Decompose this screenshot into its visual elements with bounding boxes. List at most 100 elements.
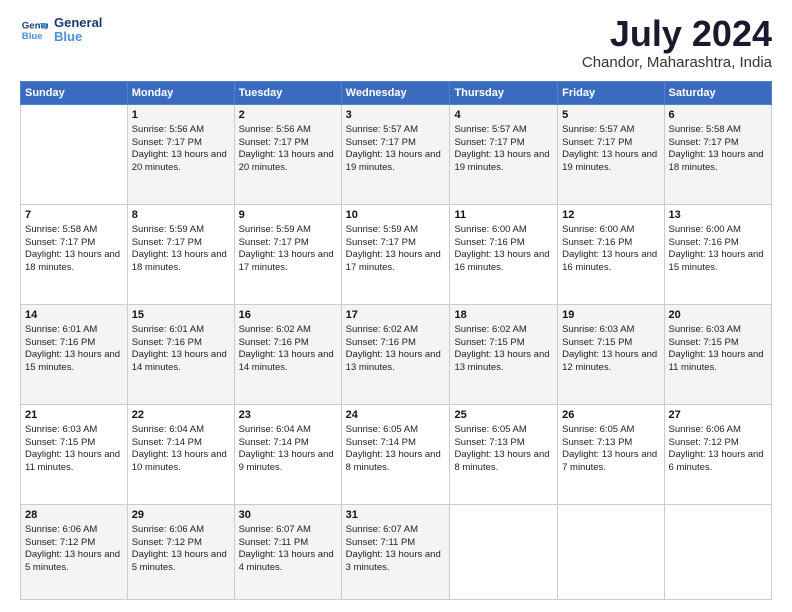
day-number: 26 <box>562 408 659 423</box>
calendar-cell: 25Sunrise: 6:05 AMSunset: 7:13 PMDayligh… <box>450 405 558 505</box>
day-number: 21 <box>25 408 123 423</box>
calendar-cell <box>664 505 771 600</box>
daylight-text: Daylight: 13 hours and 13 minutes. <box>346 349 441 373</box>
sunset-text: Sunset: 7:17 PM <box>669 137 739 148</box>
day-number: 31 <box>346 508 446 523</box>
title-block: July 2024 Chandor, Maharashtra, India <box>582 16 772 71</box>
calendar-cell <box>558 505 664 600</box>
calendar-cell: 5Sunrise: 5:57 AM Sunset: 7:17 PMDaylight… <box>558 105 664 205</box>
daylight-text: Daylight: 13 hours and 6 minutes. <box>669 449 764 473</box>
sunrise-text: Sunrise: 6:01 AM <box>132 324 204 335</box>
daylight-text: Daylight: 13 hours and 19 minutes. <box>454 149 549 173</box>
sunset-text: Sunset: 7:16 PM <box>454 237 524 248</box>
sunrise-text: Sunrise: 5:56 AM <box>132 124 204 135</box>
day-header-sunday: Sunday <box>21 82 128 105</box>
calendar-table: SundayMondayTuesdayWednesdayThursdayFrid… <box>20 81 772 600</box>
sunrise-text: Sunrise: 6:00 AM <box>562 224 634 235</box>
day-number: 5 <box>562 108 659 123</box>
calendar-cell: 15Sunrise: 6:01 AMSunset: 7:16 PMDayligh… <box>127 305 234 405</box>
sunset-text: Sunset: 7:14 PM <box>132 437 202 448</box>
sunrise-text: Sunrise: 6:07 AM <box>346 524 418 535</box>
day-number: 19 <box>562 308 659 323</box>
daylight-text: Daylight: 13 hours and 12 minutes. <box>562 349 657 373</box>
day-header-tuesday: Tuesday <box>234 82 341 105</box>
sunset-text: Sunset: 7:14 PM <box>239 437 309 448</box>
sunset-text: Sunset: 7:17 PM <box>346 137 416 148</box>
calendar-cell: 8Sunrise: 5:59 AMSunset: 7:17 PMDaylight… <box>127 205 234 305</box>
sunrise-text: Sunrise: 6:01 AM <box>25 324 97 335</box>
sunset-text: Sunset: 7:12 PM <box>669 437 739 448</box>
day-number: 8 <box>132 208 230 223</box>
daylight-text: Daylight: 13 hours and 19 minutes. <box>562 149 657 173</box>
daylight-text: Daylight: 13 hours and 16 minutes. <box>562 249 657 273</box>
day-number: 1 <box>132 108 230 123</box>
sunrise-text: Sunrise: 6:04 AM <box>132 424 204 435</box>
calendar-cell: 17Sunrise: 6:02 AM Sunset: 7:16 PMDayligh… <box>341 305 450 405</box>
daylight-text: Daylight: 13 hours and 20 minutes. <box>239 149 334 173</box>
sunrise-text: Sunrise: 6:02 AM <box>239 324 311 335</box>
calendar-cell: 7Sunrise: 5:58 AMSunset: 7:17 PMDaylight… <box>21 205 128 305</box>
day-number: 4 <box>454 108 553 123</box>
calendar-cell: 10Sunrise: 5:59 AMSunset: 7:17 PMDayligh… <box>341 205 450 305</box>
sunrise-text: Sunrise: 6:06 AM <box>25 524 97 535</box>
sunrise-text: Sunrise: 6:05 AM <box>346 424 418 435</box>
daylight-text: Daylight: 13 hours and 3 minutes. <box>346 549 441 573</box>
day-number: 30 <box>239 508 337 523</box>
sunset-text: Sunset: 7:12 PM <box>132 537 202 548</box>
day-header-thursday: Thursday <box>450 82 558 105</box>
sunset-text: Sunset: 7:17 PM <box>132 237 202 248</box>
sunrise-text: Sunrise: 5:57 AM <box>562 124 634 135</box>
day-header-wednesday: Wednesday <box>341 82 450 105</box>
sunset-text: Sunset: 7:14 PM <box>346 437 416 448</box>
daylight-text: Daylight: 13 hours and 14 minutes. <box>132 349 227 373</box>
daylight-text: Daylight: 13 hours and 17 minutes. <box>346 249 441 273</box>
sunrise-text: Sunrise: 6:04 AM <box>239 424 311 435</box>
sunset-text: Sunset: 7:17 PM <box>562 137 632 148</box>
day-number: 2 <box>239 108 337 123</box>
calendar-cell: 21Sunrise: 6:03 AMSunset: 7:15 PMDayligh… <box>21 405 128 505</box>
calendar-cell: 2Sunrise: 5:56 AM Sunset: 7:17 PMDaylight… <box>234 105 341 205</box>
logo-icon: General Blue <box>20 16 48 44</box>
sunset-text: Sunset: 7:16 PM <box>25 337 95 348</box>
day-number: 16 <box>239 308 337 323</box>
daylight-text: Daylight: 13 hours and 13 minutes. <box>454 349 549 373</box>
sunrise-text: Sunrise: 6:02 AM <box>454 324 526 335</box>
month-title: July 2024 <box>582 16 772 52</box>
sunset-text: Sunset: 7:16 PM <box>346 337 416 348</box>
sunset-text: Sunset: 7:16 PM <box>669 237 739 248</box>
sunrise-text: Sunrise: 5:58 AM <box>669 124 741 135</box>
svg-text:Blue: Blue <box>22 31 43 42</box>
daylight-text: Daylight: 13 hours and 8 minutes. <box>454 449 549 473</box>
calendar-cell: 4Sunrise: 5:57 AMSunset: 7:17 PMDaylight… <box>450 105 558 205</box>
daylight-text: Daylight: 13 hours and 11 minutes. <box>25 449 120 473</box>
sunrise-text: Sunrise: 5:59 AM <box>239 224 311 235</box>
sunset-text: Sunset: 7:17 PM <box>346 237 416 248</box>
sunset-text: Sunset: 7:16 PM <box>562 237 632 248</box>
sunrise-text: Sunrise: 5:59 AM <box>346 224 418 235</box>
sunset-text: Sunset: 7:11 PM <box>346 537 416 548</box>
day-number: 13 <box>669 208 767 223</box>
calendar-cell: 13Sunrise: 6:00 AMSunset: 7:16 PMDayligh… <box>664 205 771 305</box>
sunrise-text: Sunrise: 6:02 AM <box>346 324 418 335</box>
daylight-text: Daylight: 13 hours and 15 minutes. <box>25 349 120 373</box>
day-number: 28 <box>25 508 123 523</box>
sunset-text: Sunset: 7:17 PM <box>239 237 309 248</box>
day-number: 18 <box>454 308 553 323</box>
daylight-text: Daylight: 13 hours and 18 minutes. <box>25 249 120 273</box>
sunrise-text: Sunrise: 5:59 AM <box>132 224 204 235</box>
day-header-monday: Monday <box>127 82 234 105</box>
calendar-cell: 26Sunrise: 6:05 AMSunset: 7:13 PMDayligh… <box>558 405 664 505</box>
sunset-text: Sunset: 7:13 PM <box>562 437 632 448</box>
calendar-cell: 20Sunrise: 6:03 AMSunset: 7:15 PMDayligh… <box>664 305 771 405</box>
sunset-text: Sunset: 7:17 PM <box>239 137 309 148</box>
sunrise-text: Sunrise: 5:57 AM <box>346 124 418 135</box>
day-number: 17 <box>346 308 446 323</box>
day-number: 22 <box>132 408 230 423</box>
day-number: 11 <box>454 208 553 223</box>
sunset-text: Sunset: 7:17 PM <box>25 237 95 248</box>
sunrise-text: Sunrise: 5:56 AM <box>239 124 311 135</box>
logo: General Blue General Blue <box>20 16 102 45</box>
daylight-text: Daylight: 13 hours and 4 minutes. <box>239 549 334 573</box>
sunrise-text: Sunrise: 6:03 AM <box>25 424 97 435</box>
calendar-cell <box>21 105 128 205</box>
